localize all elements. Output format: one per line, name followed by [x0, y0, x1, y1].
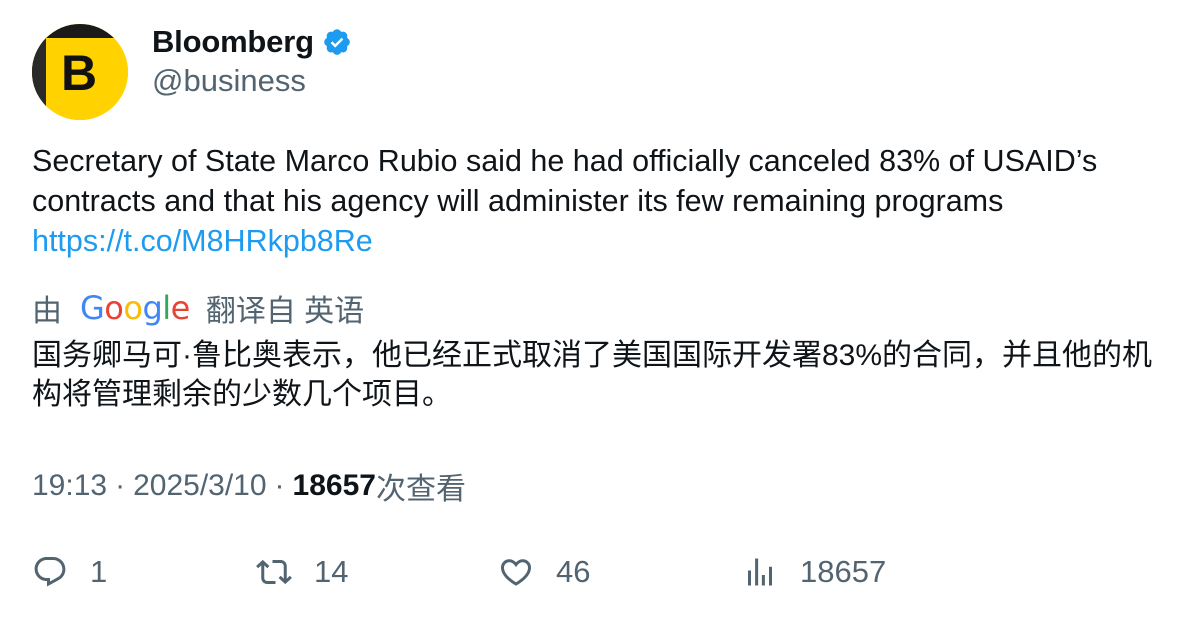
translation-attribution[interactable]: 由 Google 翻译自 英语 [32, 287, 364, 329]
meta-separator: · [274, 469, 285, 502]
like-count: 46 [556, 554, 591, 589]
tweet-link[interactable]: https://t.co/M8HRkpb8Re [32, 221, 1172, 261]
meta-separator: · [115, 469, 126, 502]
author-display-name[interactable]: Bloomberg [152, 24, 314, 60]
views-action-count: 18657 [800, 554, 887, 589]
tweet-body: Secretary of State Marco Rubio said he h… [32, 141, 1172, 261]
author-name-row: Bloomberg [152, 22, 352, 62]
tweet-text: Secretary of State Marco Rubio said he h… [32, 144, 1098, 218]
views-button[interactable]: 18657 [742, 550, 886, 594]
retweet-icon [256, 559, 292, 585]
tweet-actions: 1 14 46 18657 [0, 550, 1196, 594]
reply-button[interactable]: 1 [32, 550, 107, 594]
tweet-date[interactable]: 2025/3/10 [133, 469, 266, 503]
bloomberg-logo-icon: B [32, 24, 128, 120]
views-label: 次查看 [375, 473, 466, 506]
tweet-time[interactable]: 19:13 [32, 469, 107, 503]
retweet-count: 14 [314, 554, 349, 589]
retweet-button[interactable]: 14 [256, 550, 348, 594]
verified-badge-icon [322, 27, 352, 57]
views-count[interactable]: 18657 [293, 469, 376, 503]
like-button[interactable]: 46 [498, 550, 590, 594]
like-icon [500, 559, 532, 586]
author-handle[interactable]: @business [152, 63, 306, 99]
reply-count: 1 [90, 554, 108, 589]
google-logo: Google [80, 289, 190, 327]
reply-icon [34, 557, 66, 587]
svg-text:B: B [61, 45, 97, 101]
translation-suffix: 翻译自 英语 [205, 295, 365, 328]
avatar[interactable]: B [32, 24, 128, 120]
translated-text: 国务卿马可·鲁比奥表示，他已经正式取消了美国国际开发署83%的合同，并且他的机构… [32, 339, 1153, 411]
tweet-card: B Bloomberg @business Secretary of State… [0, 0, 1196, 618]
tweet-meta: 19:13 · 2025/3/10 · 18657 次查看 [32, 464, 466, 508]
views-icon [748, 558, 772, 586]
translation-prefix: 由 [32, 295, 62, 328]
